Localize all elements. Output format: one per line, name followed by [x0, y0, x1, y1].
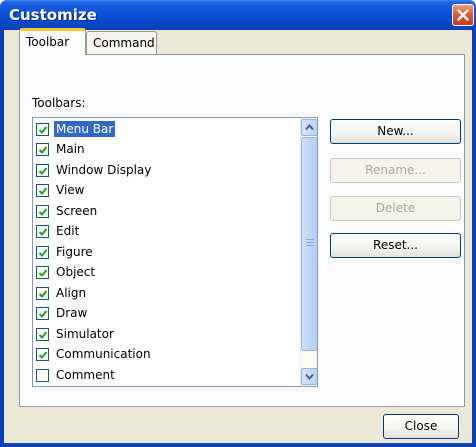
- list-scrollbar[interactable]: [300, 118, 317, 386]
- thumb-grip: [306, 239, 314, 240]
- list-item-main[interactable]: Main: [36, 140, 299, 158]
- toolbars-label: Toolbars:: [32, 96, 86, 110]
- checkmark-icon: [38, 248, 48, 257]
- checkbox-draw[interactable]: [36, 306, 49, 320]
- rename-button[interactable]: Rename...: [330, 158, 461, 183]
- checkbox-window-display[interactable]: [36, 163, 49, 177]
- checkmark-icon: [38, 207, 48, 216]
- list-item-label: Align: [56, 286, 87, 300]
- checkmark-icon: [38, 186, 48, 195]
- list-item-label: View: [56, 183, 85, 197]
- checkbox-object[interactable]: [36, 265, 49, 279]
- list-item-draw[interactable]: Draw: [36, 304, 299, 322]
- list-item-screen[interactable]: Screen: [36, 202, 299, 220]
- checkmark-icon: [38, 145, 48, 154]
- title-bar[interactable]: Customize: [0, 0, 476, 30]
- close-window-button[interactable]: [452, 4, 474, 26]
- list-item-label: Figure: [56, 245, 93, 259]
- list-item-align[interactable]: Align: [36, 284, 299, 302]
- scroll-down-button[interactable]: [301, 368, 317, 385]
- list-item-figure[interactable]: Figure: [36, 243, 299, 261]
- list-item-label: Edit: [56, 224, 80, 238]
- close-x-icon: [457, 9, 469, 21]
- list-item-label: Object: [56, 265, 96, 279]
- list-item-view[interactable]: View: [36, 181, 299, 199]
- reset-button[interactable]: Reset...: [330, 233, 461, 258]
- checkbox-view[interactable]: [36, 183, 49, 197]
- checkmark-icon: [38, 268, 48, 277]
- checkmark-icon: [38, 166, 48, 175]
- tab-toolbar-label: Toolbar: [26, 35, 70, 49]
- checkmark-icon: [38, 289, 48, 298]
- scroll-up-button[interactable]: [301, 119, 317, 136]
- thumb-grip: [306, 245, 314, 246]
- chevron-up-icon: [305, 124, 314, 131]
- checkbox-comment[interactable]: [36, 368, 49, 382]
- thumb-grip: [306, 242, 314, 243]
- list-item-label: Menu Bar: [54, 121, 116, 137]
- checkbox-screen[interactable]: [36, 204, 49, 218]
- list-item-communication[interactable]: Communication: [36, 345, 299, 363]
- list-item-window-display[interactable]: Window Display: [36, 161, 299, 179]
- list-item-simulator[interactable]: Simulator: [36, 325, 299, 343]
- window-title: Customize: [9, 6, 97, 24]
- list-item-comment[interactable]: Comment: [36, 366, 299, 384]
- checkbox-communication[interactable]: [36, 347, 49, 361]
- delete-button[interactable]: Delete: [330, 196, 461, 221]
- checkbox-align[interactable]: [36, 286, 49, 300]
- checkbox-simulator[interactable]: [36, 327, 49, 341]
- chevron-down-icon: [305, 373, 314, 380]
- list-item-label: Screen: [56, 204, 98, 218]
- scroll-thumb[interactable]: [301, 137, 317, 351]
- list-item-label: Draw: [56, 306, 88, 320]
- list-item-edit[interactable]: Edit: [36, 222, 299, 240]
- list-item-menu-bar[interactable]: Menu Bar: [36, 120, 299, 138]
- list-item-label: Window Display: [56, 163, 152, 177]
- list-item-label: Main: [56, 142, 85, 156]
- tab-command-label: Command: [93, 36, 155, 50]
- checkbox-main[interactable]: [36, 142, 49, 156]
- new-button[interactable]: New...: [330, 119, 461, 144]
- close-button[interactable]: Close: [383, 414, 459, 439]
- toolbars-list[interactable]: Menu Bar Main Window Display View Screen…: [32, 117, 318, 387]
- tab-command[interactable]: Command: [86, 31, 157, 55]
- list-item-object[interactable]: Object: [36, 263, 299, 281]
- checkbox-menu-bar[interactable]: [36, 122, 49, 136]
- checkmark-icon: [38, 227, 48, 236]
- checkmark-icon: [38, 350, 48, 359]
- checkmark-icon: [38, 309, 48, 318]
- checkmark-icon: [38, 125, 48, 134]
- list-item-label: Simulator: [56, 327, 114, 341]
- list-item-label: Communication: [56, 347, 151, 361]
- checkbox-figure[interactable]: [36, 245, 49, 259]
- checkmark-icon: [38, 330, 48, 339]
- customize-dialog: Customize Toolbar Command Toolbars: Menu…: [0, 0, 476, 447]
- tab-toolbar[interactable]: Toolbar: [19, 28, 86, 55]
- list-item-label: Comment: [56, 368, 115, 382]
- checkbox-edit[interactable]: [36, 224, 49, 238]
